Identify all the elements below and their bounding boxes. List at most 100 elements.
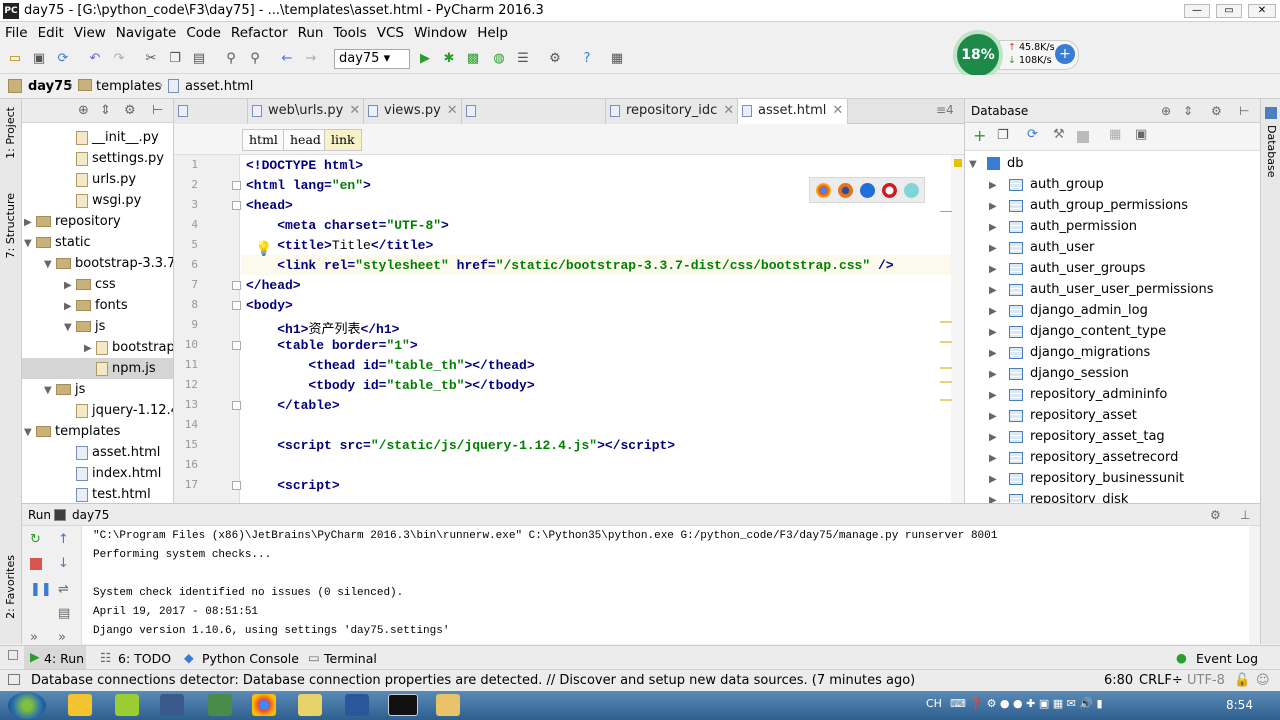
editor-tab[interactable]: repository_asset✕ (462, 99, 606, 142)
menu-tools[interactable]: Tools (328, 22, 371, 41)
code-line[interactable]: <body> (246, 298, 293, 313)
status-message[interactable]: Database connections detector: Database … (31, 673, 915, 688)
code-line[interactable]: </table> (246, 398, 339, 413)
collapse-arrow-icon[interactable]: ▶ (989, 175, 1001, 196)
project-tree-item[interactable]: ▼ js (22, 379, 173, 400)
collapse-icon[interactable]: ⇕ (100, 103, 111, 118)
database-table-item[interactable]: ▶ repository_disk (965, 489, 1260, 503)
status-toggle-icon[interactable] (8, 674, 20, 685)
ie-icon[interactable] (904, 183, 919, 198)
open-folder-icon[interactable]: ▭ (6, 50, 24, 68)
python-console-tab[interactable]: Python Console (202, 651, 299, 666)
back-icon[interactable]: ← (278, 50, 296, 68)
menu-view[interactable]: View (69, 22, 111, 41)
profile-icon[interactable]: ◍ (490, 50, 508, 68)
collapse-arrow-icon[interactable]: ▶ (989, 280, 1001, 301)
hide-panel-icon[interactable]: ⊢ (152, 103, 163, 118)
database-table-item[interactable]: ▶ repository_asset_tag (965, 426, 1260, 447)
network-monitor-widget[interactable]: ↑ 45.8K/s ↓ 108K/s 18% + (953, 30, 1083, 80)
expand-arrow-icon[interactable]: ▼ (44, 254, 56, 275)
database-table-item[interactable]: ▶ repository_admininfo (965, 384, 1260, 405)
database-table-item[interactable]: ▶ auth_user_groups (965, 258, 1260, 279)
collapse-icon[interactable]: ⇕ (1183, 99, 1193, 123)
more-icon[interactable]: » (30, 630, 38, 645)
collapse-arrow-icon[interactable]: ▶ (989, 196, 1001, 217)
stop-icon[interactable]: ☰ (514, 50, 532, 68)
project-tree-item[interactable]: ▶ repository (22, 211, 173, 232)
code-line[interactable]: <!DOCTYPE html> (246, 158, 363, 173)
fold-marker-icon[interactable] (232, 401, 241, 410)
copy-icon[interactable]: ❐ (166, 50, 184, 68)
scroll-up-icon[interactable]: ↑ (58, 532, 69, 547)
tray-icons[interactable]: ⌨ ❓ ⚙ ● ● ✚ ▣ ▦ ✉ 🔊 ▮ (950, 697, 1103, 710)
fold-marker-icon[interactable] (232, 181, 241, 190)
hide-panel-icon[interactable]: ⊥ (1240, 504, 1250, 526)
database-table-item[interactable]: ▶ django_migrations (965, 342, 1260, 363)
code-line[interactable]: <script> (246, 478, 339, 493)
database-table-item[interactable]: ▶ repository_asset (965, 405, 1260, 426)
locate-icon[interactable]: ⊕ (1161, 99, 1171, 123)
database-table-item[interactable]: ▶ auth_group (965, 174, 1260, 195)
menu-window[interactable]: Window (409, 22, 472, 41)
code-line[interactable]: <thead id="table_th"></thead> (246, 358, 534, 373)
gear-icon[interactable]: ⚙ (1211, 99, 1222, 123)
collapse-arrow-icon[interactable]: ▶ (989, 469, 1001, 490)
project-tree-item[interactable]: ▼ templates (22, 421, 173, 442)
boost-plus-icon[interactable]: + (1055, 44, 1075, 64)
code-line[interactable]: <head> (246, 198, 293, 213)
collapse-arrow-icon[interactable]: ▶ (64, 296, 76, 317)
taskbar-app-icon[interactable] (115, 694, 139, 716)
terminal-tab[interactable]: Terminal (324, 651, 377, 666)
breadcrumb-project[interactable]: day75 (28, 79, 72, 94)
pause-icon[interactable]: ❚❚ (30, 582, 52, 597)
run-icon[interactable]: ▶ (416, 50, 434, 68)
taskbar-explorer-icon[interactable] (436, 694, 460, 716)
menu-run[interactable]: Run (293, 22, 329, 41)
caret-position[interactable]: 6:80 (1104, 673, 1133, 688)
taskbar-word-icon[interactable] (345, 694, 369, 716)
close-tab-icon[interactable]: ✕ (832, 103, 843, 118)
project-tree-item[interactable]: ▼ bootstrap-3.3.7- (22, 253, 173, 274)
menu-edit[interactable]: Edit (33, 22, 69, 41)
menu-refactor[interactable]: Refactor (226, 22, 293, 41)
editor-tab[interactable]: asset.html ✕ (738, 99, 848, 124)
database-table-item[interactable]: ▶ django_content_type (965, 321, 1260, 342)
collapse-arrow-icon[interactable]: ▶ (64, 275, 76, 296)
database-table-item[interactable]: ▶ auth_group_permissions (965, 195, 1260, 216)
collapse-arrow-icon[interactable]: ▶ (989, 427, 1001, 448)
code-line[interactable]: <title>Title</title> (246, 238, 433, 253)
project-tree-item[interactable]: test.html (22, 484, 173, 503)
console-icon[interactable]: ▣ (1135, 127, 1147, 142)
console-scrollbar[interactable] (1249, 526, 1260, 645)
menu-file[interactable]: File (0, 22, 33, 41)
panel-toggle-icon[interactable] (8, 650, 18, 660)
run-tool-tab[interactable]: ▶ 4: Run (24, 646, 86, 670)
tag-crumb-link[interactable]: link (324, 129, 362, 151)
forward-icon[interactable]: → (302, 50, 320, 68)
save-icon[interactable]: ▣ (30, 50, 48, 68)
redo-icon[interactable]: ↷ (110, 50, 128, 68)
project-tree-item[interactable]: index.html (22, 463, 173, 484)
collapse-arrow-icon[interactable]: ▶ (989, 406, 1001, 427)
close-button[interactable]: ✕ (1248, 4, 1276, 18)
opera-icon[interactable] (882, 183, 897, 198)
collapse-arrow-icon[interactable]: ▶ (24, 212, 36, 233)
project-tree-item[interactable]: settings.py (22, 148, 173, 169)
chrome-icon[interactable] (816, 183, 831, 198)
intention-bulb-icon[interactable]: 💡 (255, 241, 272, 257)
database-table-item[interactable]: ▶ repository_businessunit (965, 468, 1260, 489)
code-editor[interactable]: 1 2 3 4 5 6 7 8 9 10 11 12 13 14 15 16 17 <!DOCTYPE html… (174, 155, 964, 503)
menu-navigate[interactable]: Navigate (111, 22, 182, 41)
database-table-item[interactable]: ▶ django_admin_log (965, 300, 1260, 321)
taskbar-app-icon[interactable] (208, 694, 232, 716)
clock[interactable]: 8:54 (1226, 698, 1253, 712)
collapse-arrow-icon[interactable]: ▶ (989, 322, 1001, 343)
print-icon[interactable]: ▤ (58, 606, 70, 621)
line-separator[interactable]: CRLF÷ (1139, 673, 1183, 688)
taskbar-pycharm-icon[interactable] (388, 694, 418, 716)
lock-icon[interactable]: 🔓 (1234, 673, 1250, 688)
menu-vcs[interactable]: VCS (372, 22, 409, 41)
fold-marker-icon[interactable] (232, 341, 241, 350)
safari-icon[interactable] (860, 183, 875, 198)
project-tree-item[interactable]: ▼ js (22, 316, 173, 337)
